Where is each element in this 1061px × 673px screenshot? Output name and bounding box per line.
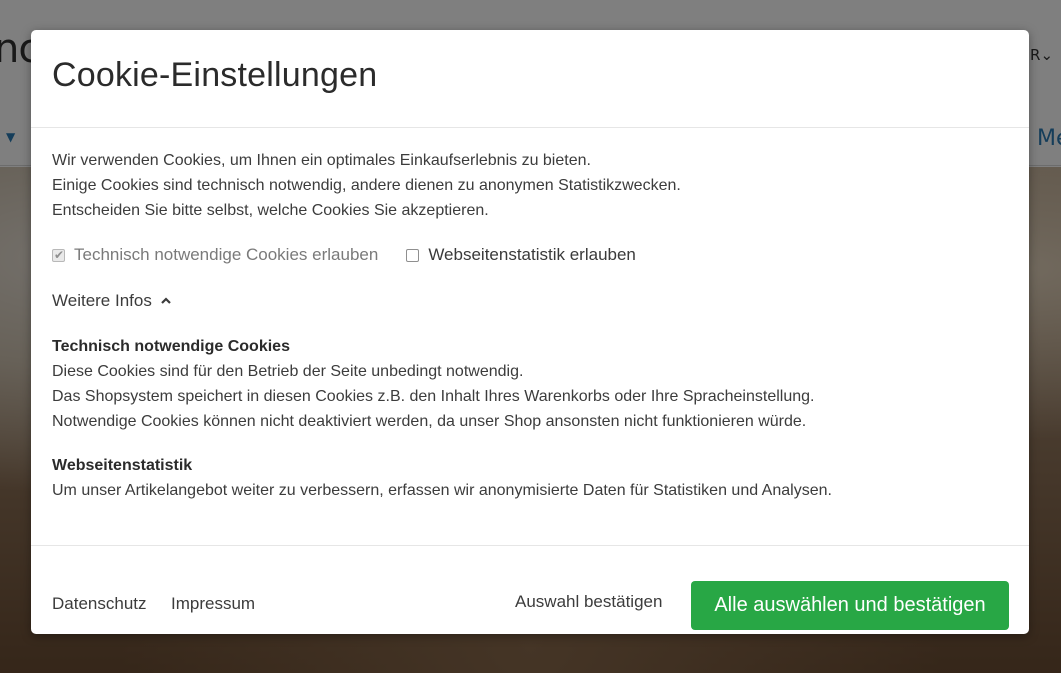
modal-header: Cookie-Einstellungen: [31, 30, 1029, 128]
statistics-label[interactable]: Webseitenstatistik erlauben: [428, 245, 636, 265]
cookie-settings-modal: Cookie-Einstellungen Wir verwenden Cooki…: [31, 30, 1029, 634]
cookie-details: Technisch notwendige Cookies Diese Cooki…: [52, 335, 992, 523]
statistics-checkbox[interactable]: [406, 248, 420, 262]
details-technical: Technisch notwendige Cookies Diese Cooki…: [52, 335, 992, 434]
checkmark-icon: ✔: [54, 247, 65, 262]
details-line: Diese Cookies sind für den Betrieb der S…: [52, 363, 524, 380]
option-technical-cookies: ✔ Technisch notwendige Cookies erlauben: [52, 245, 378, 265]
more-info-label[interactable]: Weitere Infos: [52, 291, 152, 311]
option-statistics[interactable]: Webseitenstatistik erlauben: [406, 245, 636, 265]
modal-footer: Datenschutz Impressum Auswahl bestätigen…: [31, 545, 1029, 634]
chevron-up-icon: [161, 297, 171, 304]
modal-title: Cookie-Einstellungen: [52, 56, 378, 94]
details-line: Das Shopsystem speichert in diesen Cooki…: [52, 388, 815, 405]
technical-cookies-checkbox: ✔: [52, 247, 65, 262]
details-statistics: Webseitenstatistik Um unser Artikelangeb…: [52, 454, 992, 503]
cookie-options: ✔ Technisch notwendige Cookies erlauben …: [52, 243, 664, 267]
intro-line: Einige Cookies sind technisch notwendig,…: [52, 177, 681, 194]
intro-text: Wir verwenden Cookies, um Ihnen ein opti…: [52, 148, 992, 223]
intro-line: Wir verwenden Cookies, um Ihnen ein opti…: [52, 152, 591, 169]
details-line: Notwendige Cookies können nicht deaktivi…: [52, 413, 807, 430]
accept-all-button[interactable]: Alle auswählen und bestätigen: [691, 581, 1009, 630]
details-heading: Technisch notwendige Cookies: [52, 338, 290, 355]
confirm-selection-button[interactable]: Auswahl bestätigen: [515, 592, 662, 612]
imprint-link[interactable]: Impressum: [171, 594, 255, 614]
privacy-link[interactable]: Datenschutz: [52, 594, 147, 614]
details-heading: Webseitenstatistik: [52, 457, 193, 474]
technical-cookies-label: Technisch notwendige Cookies erlauben: [74, 245, 379, 264]
more-info-toggle[interactable]: Weitere Infos: [52, 291, 172, 311]
intro-line: Entscheiden Sie bitte selbst, welche Coo…: [52, 202, 489, 219]
details-line: Um unser Artikelangebot weiter zu verbes…: [52, 482, 832, 499]
